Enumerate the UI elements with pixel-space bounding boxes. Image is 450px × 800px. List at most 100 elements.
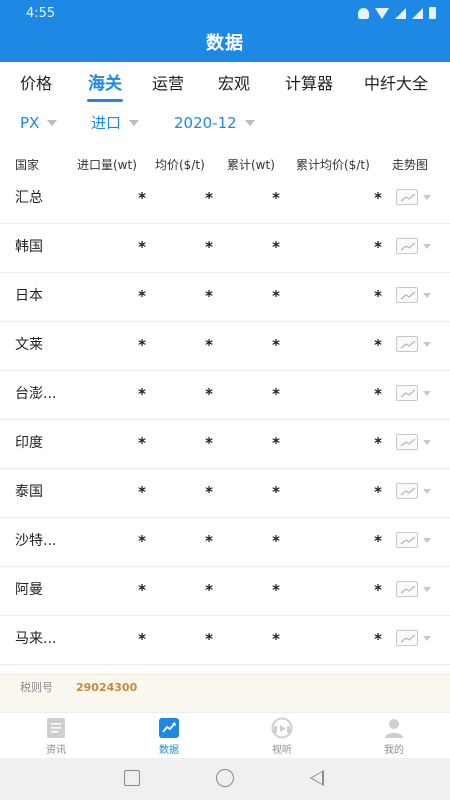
cumulative-avg-cell: * — [374, 385, 382, 403]
cell-signal-2-icon — [412, 7, 423, 19]
table-row: 韩国 * * * * — [0, 224, 450, 273]
category-tabs: 价格 海关 运营 宏观 计算器 中纤大全 — [0, 62, 450, 104]
video-play-icon — [271, 717, 293, 739]
tab-fiber-encyclopedia[interactable]: 中纤大全 — [364, 62, 428, 104]
cumulative-avg-cell: * — [374, 483, 382, 501]
cumulative-cell: * — [272, 336, 280, 354]
wifi-icon — [375, 7, 389, 19]
profile-person-icon — [385, 719, 403, 738]
trend-chart-button[interactable] — [396, 434, 434, 452]
country-cell: 韩国 — [15, 239, 43, 255]
cumulative-cell: * — [272, 287, 280, 305]
avg-price-cell: * — [205, 189, 213, 207]
nav-profile[interactable]: 我的 — [364, 717, 424, 759]
table-row: 阿曼 * * * * — [0, 567, 450, 616]
avg-price-cell: * — [205, 287, 213, 305]
country-cell: 马来... — [15, 631, 57, 647]
tab-label: 运营 — [151, 74, 185, 93]
avg-price-cell: * — [205, 532, 213, 550]
tab-label: 中纤大全 — [363, 74, 429, 93]
avg-price-cell: * — [205, 336, 213, 354]
cumulative-cell: * — [272, 532, 280, 550]
chevron-down-icon — [423, 636, 431, 641]
avg-price-cell: * — [205, 238, 213, 256]
tab-macro[interactable]: 宏观 — [218, 62, 250, 104]
tab-label: 价格 — [19, 74, 53, 93]
import-qty-cell: * — [138, 483, 146, 501]
avg-price-cell: * — [205, 581, 213, 599]
trend-chart-icon — [159, 718, 179, 738]
cumulative-cell: * — [272, 189, 280, 207]
line-chart-icon — [396, 434, 418, 450]
tab-label: 宏观 — [217, 74, 251, 93]
country-cell: 印度 — [15, 435, 43, 451]
period-select[interactable]: 2020-12 — [174, 104, 255, 142]
direction-value: 进口 — [91, 114, 122, 132]
trend-chart-button[interactable] — [396, 238, 434, 256]
home-button[interactable] — [216, 769, 234, 787]
country-cell: 汇总 — [15, 190, 43, 206]
country-cell: 文莱 — [15, 337, 43, 353]
tab-label: 计算器 — [284, 74, 334, 93]
product-select[interactable]: PX — [20, 104, 58, 142]
status-bar: 4:55 — [0, 0, 450, 28]
chevron-down-icon — [423, 293, 431, 298]
tab-calculator[interactable]: 计算器 — [285, 62, 333, 104]
import-qty-cell: * — [138, 189, 146, 207]
system-navigation-bar — [0, 758, 450, 800]
table-row: 日本 * * * * — [0, 273, 450, 322]
mute-bell-icon — [358, 7, 369, 19]
cumulative-avg-cell: * — [374, 581, 382, 599]
chevron-down-icon — [423, 244, 431, 249]
nav-data[interactable]: 数据 — [139, 717, 199, 759]
line-chart-icon — [396, 483, 418, 499]
nav-media[interactable]: 视听 — [252, 717, 312, 759]
trend-chart-button[interactable] — [396, 483, 434, 501]
tab-customs[interactable]: 海关 — [87, 62, 123, 104]
recent-apps-button[interactable] — [124, 770, 140, 786]
tab-operation[interactable]: 运营 — [152, 62, 184, 104]
trend-chart-button[interactable] — [396, 336, 434, 354]
trend-chart-button[interactable] — [396, 287, 434, 305]
import-qty-cell: * — [138, 581, 146, 599]
trend-chart-button[interactable] — [396, 630, 434, 648]
cumulative-avg-cell: * — [374, 434, 382, 452]
trend-chart-button[interactable] — [396, 581, 434, 599]
avg-price-cell: * — [205, 630, 213, 648]
tab-price[interactable]: 价格 — [20, 62, 52, 104]
trend-chart-button[interactable] — [396, 532, 434, 550]
status-icons — [358, 7, 436, 19]
cell-signal-icon — [395, 7, 406, 19]
country-cell: 日本 — [15, 288, 43, 304]
import-qty-cell: * — [138, 238, 146, 256]
tax-code-value: 29024300 — [76, 681, 138, 694]
cumulative-avg-cell: * — [374, 532, 382, 550]
trend-chart-button[interactable] — [396, 385, 434, 403]
direction-select[interactable]: 进口 — [91, 104, 140, 142]
chevron-down-icon — [423, 440, 431, 445]
chevron-down-icon — [47, 119, 58, 126]
chevron-down-icon — [244, 119, 255, 126]
cumulative-cell: * — [272, 483, 280, 501]
line-chart-icon — [396, 189, 418, 205]
import-qty-cell: * — [138, 630, 146, 648]
chevron-down-icon — [129, 119, 140, 126]
nav-label: 视听 — [272, 745, 292, 756]
table-row: 泰国 * * * * — [0, 469, 450, 518]
nav-label: 我的 — [384, 745, 404, 756]
country-cell: 阿曼 — [15, 582, 43, 598]
import-qty-cell: * — [138, 385, 146, 403]
nav-news[interactable]: 资讯 — [26, 717, 86, 759]
line-chart-icon — [396, 532, 418, 548]
import-qty-cell: * — [138, 434, 146, 452]
cumulative-avg-cell: * — [374, 238, 382, 256]
back-button[interactable] — [310, 770, 324, 786]
line-chart-icon — [396, 581, 418, 597]
chevron-down-icon — [423, 391, 431, 396]
tab-label: 海关 — [88, 74, 122, 94]
trend-chart-button[interactable] — [396, 189, 434, 207]
table-row: 沙特... * * * * — [0, 518, 450, 567]
chevron-down-icon — [423, 489, 431, 494]
cumulative-avg-cell: * — [374, 189, 382, 207]
tax-code-bar: 税则号 29024300 — [0, 674, 450, 712]
